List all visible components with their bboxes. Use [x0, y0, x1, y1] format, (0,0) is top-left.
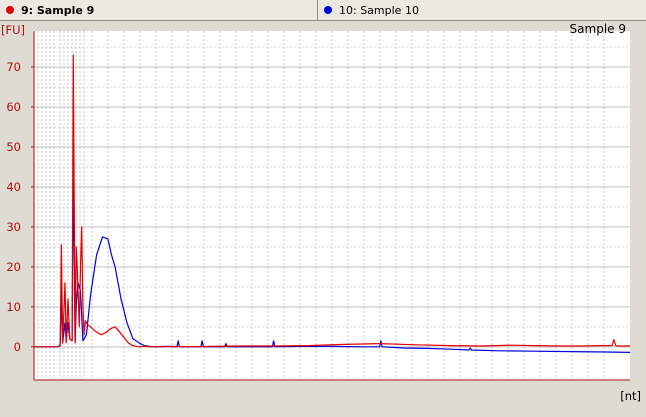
x-axis-label: [nt]	[620, 389, 641, 403]
y-tick-label: 0	[14, 340, 21, 354]
red-dot-icon	[6, 6, 14, 14]
tab-sample-10[interactable]: 10: Sample 10	[318, 0, 646, 20]
y-tick-label: 40	[6, 180, 21, 194]
y-tick-label: 20	[6, 260, 21, 274]
tab-sample-9[interactable]: 9: Sample 9	[0, 0, 318, 20]
chart-title: Sample 9	[570, 22, 626, 36]
y-tick-label: 60	[6, 100, 21, 114]
y-tick-label: 70	[6, 60, 21, 74]
y-tick-label: 30	[6, 220, 21, 234]
electropherogram-panel: Sample 9 [FU] [nt] 0 10 20 30 40 50 60 70	[0, 21, 646, 417]
sample-tab-bar: 9: Sample 9 10: Sample 10	[0, 0, 646, 21]
chart-grid	[34, 31, 630, 380]
tab-label: 9: Sample 9	[21, 3, 95, 17]
electropherogram-chart: Sample 9 [FU] [nt] 0 10 20 30 40 50 60 70	[1, 22, 641, 403]
y-tick-label: 50	[6, 140, 21, 154]
y-tick-label: 10	[6, 300, 21, 314]
tab-label: 10: Sample 10	[339, 3, 419, 17]
y-tick-group: 0 10 20 30 40 50 60 70	[6, 60, 34, 354]
y-axis-label: [FU]	[1, 23, 25, 37]
blue-dot-icon	[324, 6, 332, 14]
